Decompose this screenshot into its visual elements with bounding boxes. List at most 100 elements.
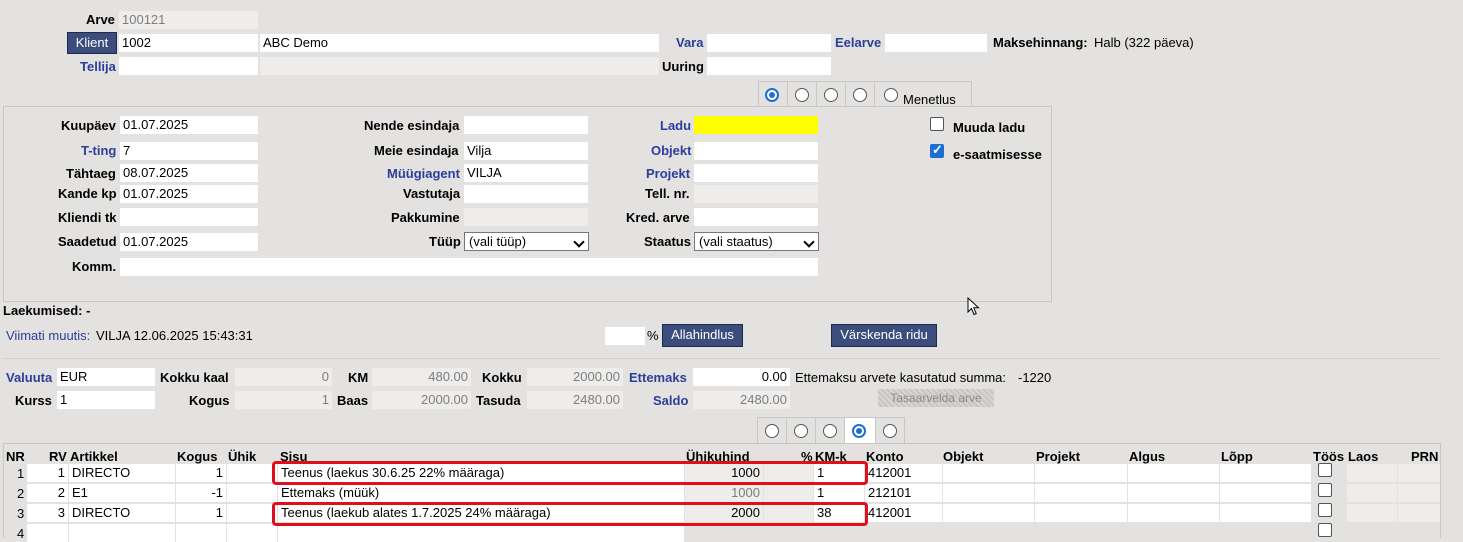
myygiagent-field[interactable]: VILJA [464, 164, 588, 182]
komm-field[interactable] [120, 258, 818, 276]
row-2-toos-checkbox[interactable] [1318, 483, 1332, 497]
row-3-lopp[interactable] [1220, 504, 1311, 522]
tab-rows-1[interactable] [757, 417, 786, 443]
row-3-toos-checkbox[interactable] [1318, 503, 1332, 517]
row-1-algus[interactable] [1128, 464, 1219, 482]
row-1-projekt[interactable] [1035, 464, 1127, 482]
row-3-konto[interactable]: 412001 [865, 504, 942, 522]
row-1-kmk[interactable]: 1 [814, 464, 864, 482]
tahtaeg-field[interactable]: 08.07.2025 [120, 164, 258, 182]
row-3-algus[interactable] [1128, 504, 1219, 522]
row-1-konto[interactable]: 412001 [865, 464, 942, 482]
row-4-artikkel[interactable] [69, 524, 175, 542]
tab-rows-2[interactable] [786, 417, 815, 443]
valuuta-link[interactable]: Valuuta [6, 369, 52, 386]
row-2-kmk[interactable]: 1 [814, 484, 864, 502]
klient-code-field[interactable]: 1002 [119, 34, 258, 52]
kuupaev-field[interactable]: 01.07.2025 [120, 116, 258, 134]
vara-field[interactable] [707, 34, 831, 52]
row-3-artikkel[interactable]: DIRECTO [69, 504, 175, 522]
row-2-uhikuhind[interactable]: 1000 [685, 484, 763, 502]
tab-rows-4[interactable] [844, 417, 875, 443]
tellija-field[interactable] [119, 57, 258, 75]
row-2-konto[interactable]: 212101 [865, 484, 942, 502]
row-3-rv[interactable]: 3 [27, 504, 68, 522]
row-1-percent[interactable] [764, 464, 813, 482]
row-3-percent[interactable] [764, 504, 813, 522]
muuda-ladu-checkbox[interactable] [930, 117, 944, 131]
row-4-rv[interactable] [27, 524, 68, 542]
tyyp-select[interactable]: (vali tüüp) [464, 232, 589, 251]
row-3-projekt[interactable] [1035, 504, 1127, 522]
tellija-link[interactable]: Tellija [80, 58, 116, 75]
row-3-sisu[interactable]: Teenus (laekub alates 1.7.2025 24% määra… [278, 504, 684, 522]
tab-menetlus[interactable]: Menetlus [874, 81, 972, 107]
esaatmine-checkbox[interactable] [930, 142, 944, 158]
meie-esindaja-field[interactable]: Vilja [464, 142, 588, 160]
tab-top-1[interactable] [758, 81, 787, 107]
uuring-field[interactable] [707, 57, 831, 75]
row-4-kogus[interactable] [176, 524, 226, 542]
nende-esindaja-field[interactable] [464, 116, 588, 134]
row-4-sisu[interactable] [278, 524, 684, 542]
row-1-kogus[interactable]: 1 [176, 464, 226, 482]
row-3-uhikuhind[interactable]: 2000 [685, 504, 763, 522]
tab-top-3[interactable] [816, 81, 845, 107]
ettemaks-link[interactable]: Ettemaks [629, 369, 687, 386]
klient-button[interactable]: Klient [67, 32, 117, 54]
row-1-rv[interactable]: 1 [27, 464, 68, 482]
row-2-algus[interactable] [1128, 484, 1219, 502]
row-1-toos-checkbox[interactable] [1318, 463, 1332, 477]
tting-field[interactable]: 7 [120, 142, 258, 160]
objekt-field[interactable] [694, 142, 818, 160]
row-1-artikkel[interactable]: DIRECTO [69, 464, 175, 482]
row-2-artikkel[interactable]: E1 [69, 484, 175, 502]
objekt-link[interactable]: Objekt [651, 142, 691, 159]
projekt-link[interactable]: Projekt [646, 165, 690, 182]
arve-number-field[interactable]: 100121 [119, 11, 258, 29]
vara-link[interactable]: Vara [676, 34, 703, 51]
eelarve-link[interactable]: Eelarve [835, 34, 881, 51]
row-2-sisu[interactable]: Ettemaks (müük) [278, 484, 684, 502]
tab-rows-5[interactable] [875, 417, 905, 443]
row-2-percent[interactable] [764, 484, 813, 502]
row-3-objekt[interactable] [943, 504, 1034, 522]
tab-top-2[interactable] [787, 81, 816, 107]
saadetud-field[interactable]: 01.07.2025 [120, 233, 258, 251]
allahindlus-percent-field[interactable] [605, 327, 645, 345]
row-1-sisu[interactable]: Teenus (laekus 30.6.25 22% määraga) [278, 464, 684, 482]
staatus-select[interactable]: (vali staatus) [694, 232, 819, 251]
kred-arve-field[interactable] [694, 208, 818, 226]
ladu-link[interactable]: Ladu [660, 117, 691, 134]
kande-kp-field[interactable]: 01.07.2025 [120, 185, 258, 203]
tting-link[interactable]: T-ting [81, 142, 116, 159]
row-1-uhikuhind[interactable]: 1000 [685, 464, 763, 482]
row-2-lopp[interactable] [1220, 484, 1311, 502]
row-2-uhik[interactable] [227, 484, 277, 502]
vastutaja-field[interactable] [464, 185, 588, 203]
allahindlus-button[interactable]: Allahindlus [662, 324, 743, 347]
kurss-field[interactable]: 1 [57, 391, 155, 409]
saldo-link[interactable]: Saldo [653, 392, 688, 409]
tasaarvelda-button[interactable]: Tasaarvelda arve [878, 389, 994, 407]
row-2-projekt[interactable] [1035, 484, 1127, 502]
row-3-kogus[interactable]: 1 [176, 504, 226, 522]
row-4-uhik[interactable] [227, 524, 277, 542]
projekt-field[interactable] [694, 164, 818, 182]
row-2-kogus[interactable]: -1 [176, 484, 226, 502]
valuuta-field[interactable]: EUR [57, 368, 155, 386]
tab-rows-3[interactable] [815, 417, 844, 443]
varskenda-ridu-button[interactable]: Värskenda ridu [831, 324, 937, 347]
ladu-field[interactable] [694, 116, 818, 134]
kliendi-tk-field[interactable] [120, 208, 258, 226]
tab-top-4[interactable] [845, 81, 874, 107]
row-4-toos-checkbox[interactable] [1318, 523, 1332, 537]
myygiagent-link[interactable]: Müügiagent [387, 165, 460, 182]
row-1-objekt[interactable] [943, 464, 1034, 482]
row-2-objekt[interactable] [943, 484, 1034, 502]
row-3-kmk[interactable]: 38 [814, 504, 864, 522]
klient-name-field[interactable]: ABC Demo [260, 34, 659, 52]
ettemaks-field[interactable]: 0.00 [693, 368, 790, 386]
row-3-uhik[interactable] [227, 504, 277, 522]
eelarve-field[interactable] [885, 34, 987, 52]
